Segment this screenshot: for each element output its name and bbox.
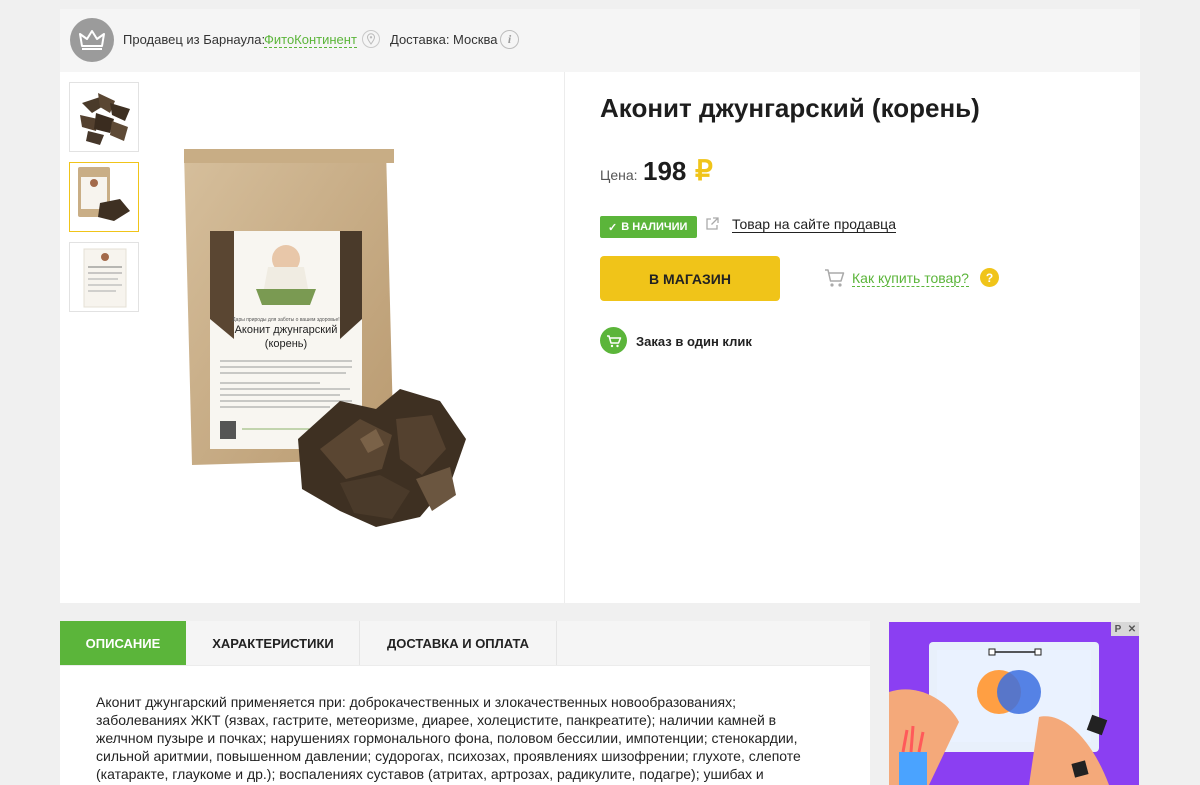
check-icon: ✓ <box>608 221 618 234</box>
seller-name-link[interactable]: ФитоКонтинент <box>264 32 357 48</box>
stock-badge: ✓ В НАЛИЧИИ <box>600 216 698 238</box>
help-icon[interactable]: ? <box>980 268 999 287</box>
product-title: Аконит джунгарский (корень) <box>600 93 980 123</box>
description-card: Описание Характеристики Доставка и оплат… <box>60 621 870 785</box>
location-pin-icon[interactable] <box>362 30 380 48</box>
delivery-location: Доставка: Москва <box>390 32 498 47</box>
package-name-line1: Аконит джунгарский <box>235 324 338 336</box>
package-name-line2: (корень) <box>265 338 307 350</box>
one-click-order[interactable]: Заказ в один клик <box>636 334 752 349</box>
tab-characteristics[interactable]: Характеристики <box>187 621 359 665</box>
tab-divider <box>556 621 557 665</box>
description-text: Аконит джунгарский применяется при: добр… <box>96 694 801 782</box>
thumbnail-label[interactable] <box>69 242 139 312</box>
package-tagline: Дары природы для заботы о вашем здоровье… <box>232 317 339 323</box>
crown-icon <box>70 18 114 62</box>
how-to-buy-link[interactable]: Как купить товар? <box>852 270 969 287</box>
one-click-cart-icon[interactable] <box>600 327 627 354</box>
product-card: Продавец из Барнаула: ФитоКонтинент Дост… <box>60 9 1140 603</box>
ad-marker-badge: P <box>1111 622 1125 636</box>
price-value: 198 <box>643 156 687 186</box>
seller-bar: Продавец из Барнаула: ФитоКонтинент Дост… <box>60 9 1140 72</box>
thumbnail-package[interactable] <box>69 162 139 232</box>
ad-close-icon[interactable]: ✕ <box>1125 622 1139 636</box>
thumbnail-roots[interactable] <box>69 82 139 152</box>
stock-label: В НАЛИЧИИ <box>621 221 688 233</box>
seller-site-link[interactable]: Товар на сайте продавца <box>732 216 896 233</box>
tab-description[interactable]: Описание <box>60 621 186 665</box>
info-icon[interactable]: i <box>500 30 519 49</box>
price-label: Цена: <box>600 167 638 183</box>
seller-prefix: Продавец из Барнаула: <box>123 32 266 47</box>
ad-illustration <box>889 622 1139 785</box>
currency-symbol: ₽ <box>695 155 713 186</box>
shop-button[interactable]: В МАГАЗИН <box>600 256 780 301</box>
cart-icon <box>825 269 845 287</box>
tab-delivery[interactable]: Доставка и оплата <box>360 621 556 665</box>
column-divider <box>564 72 565 603</box>
external-link-icon[interactable] <box>705 216 720 231</box>
ad-banner[interactable]: P ✕ <box>889 622 1139 785</box>
tab-bar: Описание Характеристики Доставка и оплат… <box>60 621 870 666</box>
main-product-image: Дары природы для заботы о вашем здоровье… <box>170 139 510 529</box>
